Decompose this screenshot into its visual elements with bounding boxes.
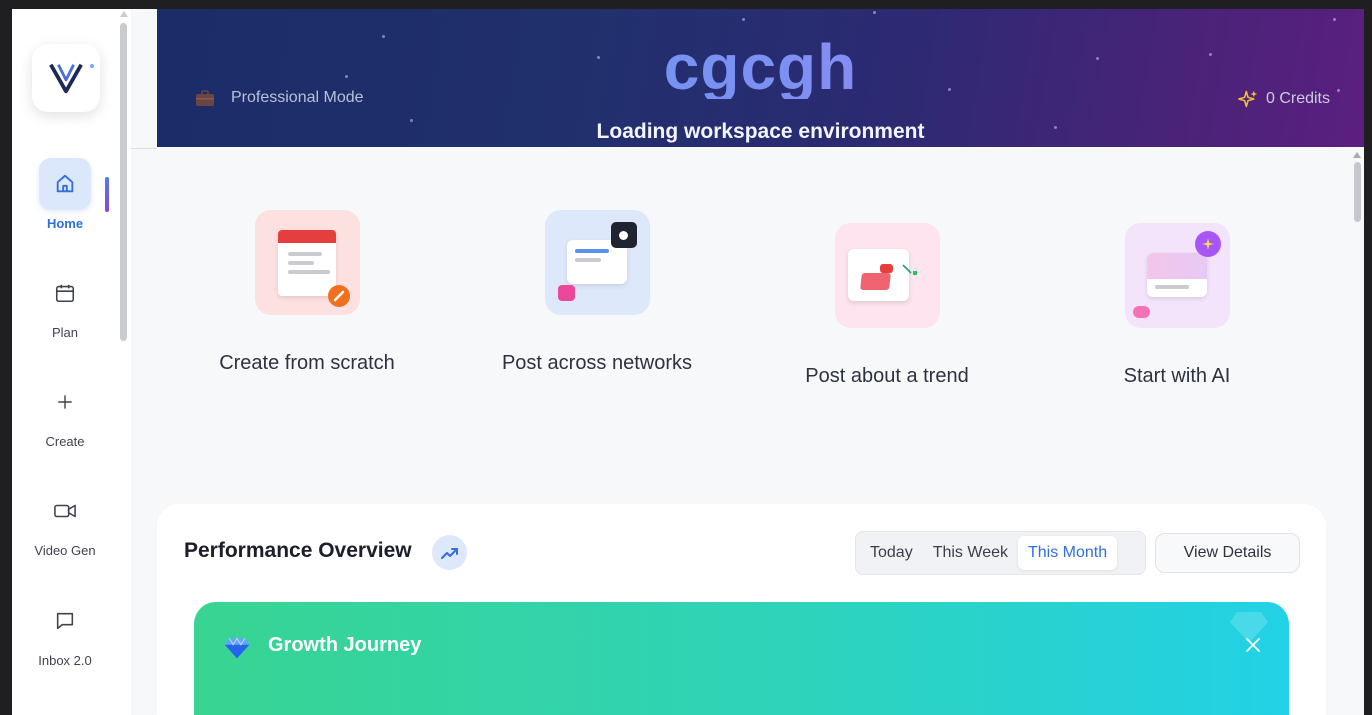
- quick-action-start-with-ai[interactable]: Start with AI: [1077, 223, 1277, 389]
- logo-icon: [49, 63, 83, 94]
- trending-up-icon[interactable]: [432, 535, 467, 570]
- performance-title: Performance Overview: [184, 539, 412, 562]
- quick-action-label: Post about a trend: [805, 365, 969, 387]
- time-range-selector: Today This Week This Month: [855, 531, 1146, 575]
- star-decor: [1333, 18, 1336, 21]
- sidebar-item-plan[interactable]: Plan: [12, 267, 118, 340]
- sidebar-scroll-up[interactable]: [120, 11, 128, 17]
- multi-network-icon: [544, 210, 650, 315]
- quick-action-post-across-networks[interactable]: Post across networks: [497, 210, 697, 376]
- main-scroll-up[interactable]: [1353, 152, 1361, 158]
- document-edit-icon: [254, 210, 360, 315]
- growth-journey-banner: Growth Journey: [194, 602, 1289, 715]
- growth-journey-title: Growth Journey: [268, 634, 422, 656]
- credits-label: 0 Credits: [1265, 90, 1330, 107]
- plus-icon: [39, 376, 91, 428]
- quick-action-label: Start with AI: [1123, 365, 1231, 387]
- performance-overview-card: Performance Overview Today This Week Thi…: [157, 504, 1326, 715]
- quick-action-create-from-scratch[interactable]: Create from scratch: [207, 210, 407, 376]
- workspace-banner: Professional Mode cgcgh Loading workspac…: [157, 9, 1364, 147]
- sidebar-item-label: Home: [46, 216, 84, 231]
- sidebar-item-video-gen[interactable]: Video Gen: [12, 485, 118, 558]
- gem-icon: [224, 637, 250, 659]
- credits-indicator[interactable]: 0 Credits: [1238, 89, 1330, 109]
- sidebar-scrollbar[interactable]: [120, 23, 127, 341]
- quick-action-post-about-trend[interactable]: Post about a trend: [787, 223, 987, 389]
- logo-dot: [90, 64, 94, 68]
- ai-icon: [1124, 223, 1230, 328]
- sparkle-icon: [1238, 90, 1258, 108]
- trend-icon: [834, 223, 940, 328]
- view-details-button[interactable]: View Details: [1155, 533, 1300, 573]
- sidebar-item-inbox[interactable]: Inbox 2.0: [12, 595, 118, 668]
- sidebar-item-label: Video Gen: [34, 543, 96, 558]
- star-decor: [873, 11, 876, 14]
- workspace-name: cgcgh: [157, 35, 1364, 99]
- sidebar-item-label: Inbox 2.0: [38, 653, 92, 668]
- sidebar-item-create[interactable]: Create: [12, 376, 118, 449]
- loading-subtitle: Loading workspace environment: [596, 120, 925, 143]
- quick-action-label: Create from scratch: [219, 352, 395, 374]
- quick-action-label: Post across networks: [501, 352, 693, 374]
- app-logo[interactable]: [32, 44, 100, 112]
- active-indicator: [105, 177, 109, 212]
- sidebar-item-home[interactable]: Home: [12, 158, 118, 231]
- home-icon: [39, 158, 91, 210]
- range-this-month[interactable]: This Month: [1017, 536, 1118, 570]
- sidebar-item-label: Create: [45, 434, 85, 449]
- sidebar: Home Plan Create Video Gen Inbox 2.0: [12, 9, 131, 715]
- close-icon[interactable]: [1245, 637, 1261, 653]
- video-icon: [39, 485, 91, 537]
- calendar-icon: [39, 267, 91, 319]
- sidebar-item-label: Plan: [51, 325, 79, 340]
- banner-gutter: [131, 9, 157, 149]
- main-scrollbar[interactable]: [1354, 162, 1361, 222]
- star-decor: [742, 18, 745, 21]
- range-this-week[interactable]: This Week: [923, 536, 1018, 570]
- range-today[interactable]: Today: [860, 536, 923, 570]
- chat-icon: [39, 595, 91, 647]
- app-window: Home Plan Create Video Gen Inbox 2.0 cgc…: [12, 9, 1364, 715]
